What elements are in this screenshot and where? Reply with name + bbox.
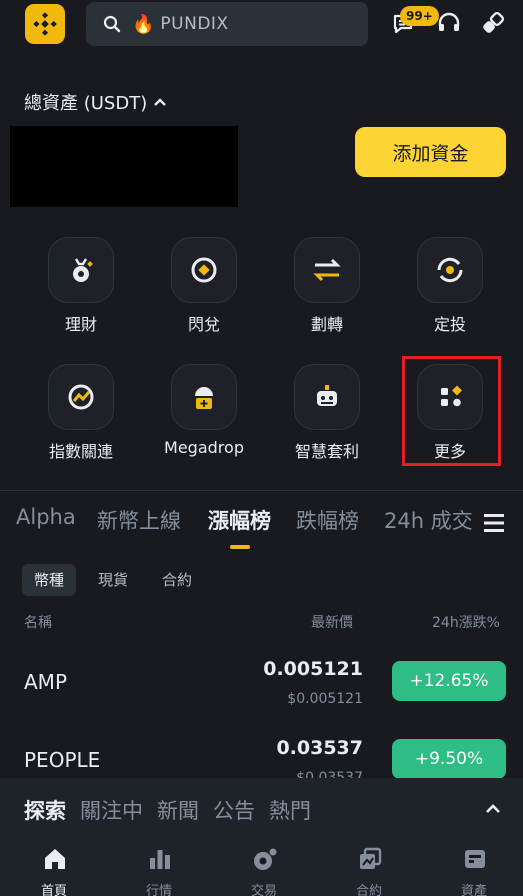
market-tabs: Alpha 新幣上線 漲幅榜 跌幅榜 24h 成交 [0,505,523,545]
shortcut-convert[interactable]: 閃兌 [154,237,254,347]
headset-icon[interactable] [435,10,463,38]
tab-alpha[interactable]: Alpha [16,505,76,529]
nav-futures[interactable]: 合約 [329,842,409,896]
subtab-spot[interactable]: 現貨 [86,564,140,596]
nav-assets[interactable]: 資產 [434,842,514,896]
subtab-coin[interactable]: 幣種 [22,564,77,596]
nav-label: 資產 [460,884,487,896]
home-icon [45,849,65,869]
nav-label: 行情 [145,884,172,896]
shortcut-label: 指數關連 [48,442,113,461]
tab-gainers[interactable]: 漲幅榜 [208,505,271,535]
highlight-box [402,356,501,466]
nav-home[interactable]: 首頁 [14,842,94,896]
shortcut-label: Megadrop [164,438,244,457]
shortcut-transfer[interactable]: 劃轉 [277,237,377,347]
column-name[interactable]: 名稱 [24,612,52,632]
tab-explore[interactable]: 探索 [24,795,66,825]
active-tab-indicator [230,545,250,549]
column-change[interactable]: 24h漲跌% [432,612,500,632]
top-bar: 🔥 PUNDIX 99+ [0,0,523,50]
total-assets-label: 總資產 (USDT) [24,93,148,114]
tab-news[interactable]: 新聞 [157,795,199,825]
column-price[interactable]: 最新價 [311,612,353,632]
wallet-icon [465,850,485,868]
row-change-badge[interactable]: +12.65% [392,661,506,701]
convert-icon [191,257,217,283]
row-fiat-price: $0.03537 [296,770,363,778]
shortcut-label: 閃兌 [187,315,220,334]
table-row[interactable]: PEOPLE 0.03537 $0.03537 +9.50% [0,728,523,778]
tab-24h-volume[interactable]: 24h 成交 [384,505,473,535]
binance-logo-icon[interactable] [25,4,65,44]
shortcut-label: 定投 [433,315,466,334]
arbitrage-bot-icon [317,385,337,406]
divider [0,490,523,491]
futures-icon [360,847,382,869]
nav-label: 合約 [355,884,382,896]
link-icon[interactable] [479,10,507,38]
search-icon [103,15,121,33]
shortcut-label: 理財 [64,315,97,334]
shortcut-label: 劃轉 [310,315,343,334]
notification-badge: 99+ [400,6,439,26]
chevron-up-icon[interactable] [484,800,502,818]
fire-icon: 🔥 [132,13,155,35]
menu-icon[interactable] [484,512,504,534]
subtab-futures[interactable]: 合約 [150,564,204,596]
transfer-icon [313,258,341,282]
megadrop-icon [195,387,213,409]
tab-new-listings[interactable]: 新幣上線 [97,505,181,535]
search-input[interactable]: 🔥 PUNDIX [86,2,368,46]
earn-icon [73,258,93,282]
total-assets-toggle[interactable]: 總資產 (USDT) [24,89,167,115]
tab-announcements[interactable]: 公告 [213,795,255,825]
shortcut-auto-invest[interactable]: 定投 [400,237,500,347]
shortcut-label: 智慧套利 [294,442,359,461]
row-symbol: AMP [24,670,67,694]
search-placeholder: PUNDIX [160,14,229,34]
shortcut-megadrop[interactable]: Megadrop [154,364,254,474]
chevron-up-icon [154,98,167,106]
tab-losers[interactable]: 跌幅榜 [296,505,359,535]
tab-trending[interactable]: 熱門 [269,795,311,825]
row-change-badge[interactable]: +9.50% [392,739,506,778]
row-price: 0.005121 [263,658,363,680]
nav-markets[interactable]: 行情 [119,842,199,896]
nav-trade[interactable]: 交易 [224,842,304,896]
shortcut-index-linked[interactable]: 指數關連 [31,364,131,474]
sub-tabs: 幣種 現貨 合約 [22,564,204,596]
tab-following[interactable]: 關注中 [80,795,143,825]
table-row[interactable]: AMP 0.005121 $0.005121 +12.65% [0,646,523,726]
shortcut-arbitrage-bot[interactable]: 智慧套利 [277,364,377,474]
row-price: 0.03537 [276,737,363,759]
shortcut-earn[interactable]: 理財 [31,237,131,347]
row-fiat-price: $0.005121 [287,691,363,707]
row-symbol: PEOPLE [24,748,101,772]
explore-tabs: 探索 關注中 新聞 公告 熱門 [24,795,311,825]
nav-label: 首頁 [40,884,67,896]
markets-icon [150,850,170,869]
index-linked-icon [68,384,94,410]
nav-label: 交易 [250,884,277,896]
add-funds-button[interactable]: 添加資金 [355,127,506,177]
auto-invest-icon [437,257,463,283]
balance-redacted [10,126,238,207]
trade-icon [254,848,277,870]
